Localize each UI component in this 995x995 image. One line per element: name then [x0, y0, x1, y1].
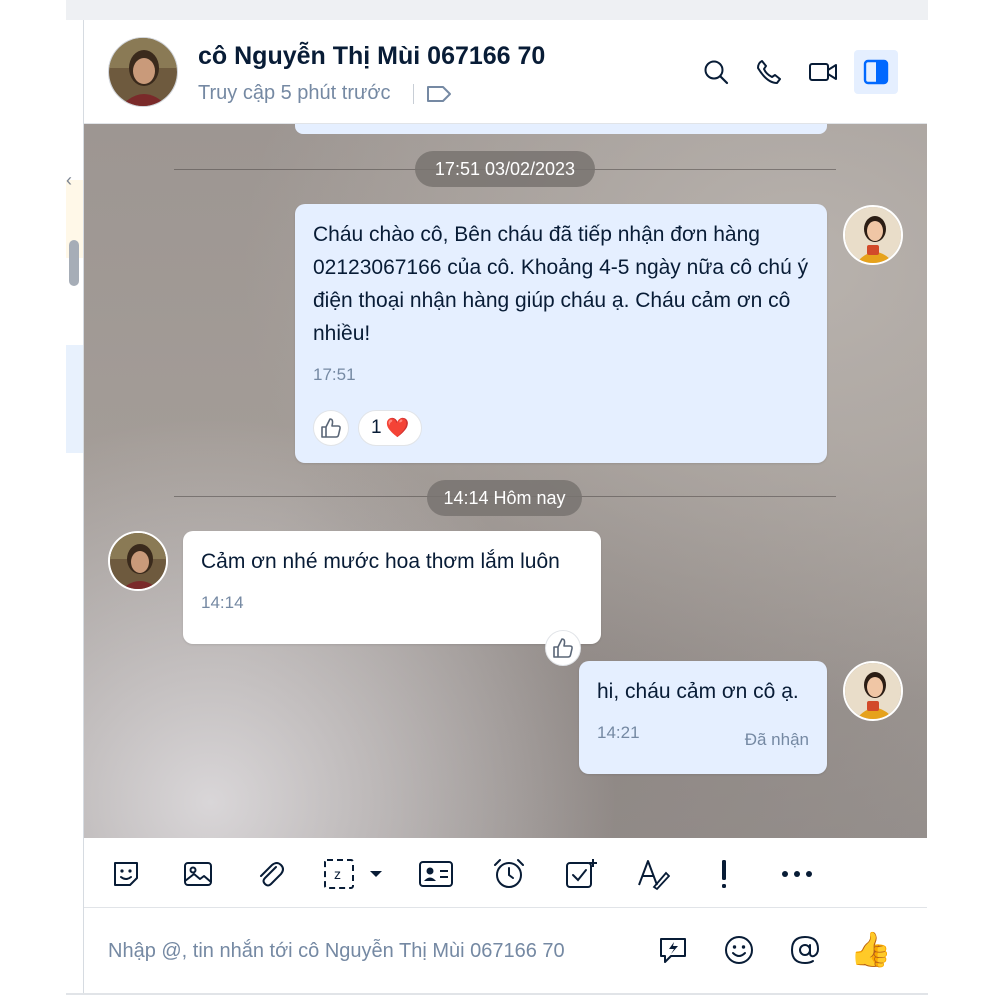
reaction-count-badge[interactable]: 1 ❤️: [358, 410, 423, 446]
attachment-icon: [260, 862, 284, 887]
mark-important-button[interactable]: [704, 854, 744, 894]
emoji-icon: [725, 936, 753, 964]
toggle-info-panel-button[interactable]: [854, 50, 898, 94]
date-divider: 14:14 Hôm nay: [427, 480, 582, 516]
message-text: Cảm ơn nhé mước hoa thơm lắm luôn: [201, 550, 560, 573]
sticker-icon: [114, 862, 138, 886]
message-text: hi, cháu cảm ơn cô ạ.: [597, 680, 799, 703]
contact-name[interactable]: cô Nguyễn Thị Mùi 067166 70: [198, 42, 545, 71]
contact-card-icon: [419, 861, 453, 887]
scrollbar-thumb[interactable]: [69, 240, 79, 286]
reminder-button[interactable]: [489, 854, 529, 894]
send-like-button[interactable]: 👍: [849, 928, 893, 972]
last-seen-status: Truy cập 5 phút trước: [198, 82, 391, 104]
reaction-count: 1: [371, 417, 382, 438]
search-icon: [704, 60, 729, 85]
video-call-button[interactable]: [801, 50, 845, 94]
thumbs-up-icon: [553, 638, 573, 658]
exclamation-icon: [722, 860, 726, 888]
at-sign-icon: [790, 935, 820, 965]
thumbs-up-icon: [321, 418, 341, 438]
side-panel-icon: [863, 59, 889, 85]
format-text-button[interactable]: [633, 854, 673, 894]
message-bubble-received[interactable]: Cảm ơn nhé mước hoa thơm lắm luôn 14:14: [183, 531, 601, 644]
more-options-button[interactable]: [777, 854, 817, 894]
phone-icon: [757, 60, 781, 84]
delivery-status: Đã nhận: [744, 730, 809, 749]
my-avatar[interactable]: [843, 205, 903, 265]
svg-text:z: z: [334, 866, 341, 882]
emoji-button[interactable]: [717, 928, 761, 972]
contact-card-button[interactable]: [416, 854, 456, 894]
message-bubble-sent[interactable]: hi, cháu cảm ơn cô ạ. 14:21 Đã nhận: [579, 661, 827, 774]
screenshot-button[interactable]: z: [322, 854, 388, 894]
react-like-button[interactable]: [313, 410, 349, 446]
task-icon: [566, 859, 597, 888]
mention-button[interactable]: [783, 928, 827, 972]
attach-file-button[interactable]: [250, 854, 290, 894]
react-like-button[interactable]: [545, 630, 581, 666]
message-list[interactable]: 17:51 03/02/2023 Cháu chào cô, Bên cháu …: [84, 124, 927, 838]
voice-call-button[interactable]: [747, 50, 791, 94]
message-time: 17:51: [313, 365, 356, 384]
collapse-chevron-icon[interactable]: ‹: [66, 170, 72, 191]
message-input[interactable]: Nhập @, tin nhắn tới cô Nguyễn Thị Mùi 0…: [108, 940, 565, 963]
format-text-icon: [638, 860, 670, 891]
thumbs-up-emoji-icon: 👍: [849, 931, 893, 969]
screenshot-icon: z: [324, 859, 382, 889]
chat-header: cô Nguyễn Thị Mùi 067166 70 Truy cập 5 p…: [84, 20, 927, 124]
tag-icon[interactable]: [426, 84, 452, 109]
conversation-list-edge: ‹: [66, 20, 84, 995]
sticker-button[interactable]: [106, 854, 146, 894]
composer-toolbar: z: [84, 838, 927, 908]
previous-message-bubble: [295, 124, 827, 134]
quick-message-icon: [660, 938, 686, 963]
message-time: 14:14: [201, 593, 244, 612]
more-icon: [782, 871, 812, 877]
top-strip: [66, 0, 928, 20]
send-image-button[interactable]: [178, 854, 218, 894]
video-camera-icon: [809, 63, 837, 81]
image-icon: [184, 862, 212, 886]
contact-avatar[interactable]: [108, 37, 178, 107]
chat-window: cô Nguyễn Thị Mùi 067166 70 Truy cập 5 p…: [83, 20, 927, 995]
message-text: Cháu chào cô, Bên cháu đã tiếp nhận đơn …: [313, 223, 809, 345]
search-button[interactable]: [694, 50, 738, 94]
heart-reaction-icon: ❤️: [385, 418, 410, 439]
quick-message-button[interactable]: [651, 928, 695, 972]
my-avatar[interactable]: [843, 661, 903, 721]
task-button[interactable]: [561, 854, 601, 894]
date-divider: 17:51 03/02/2023: [415, 151, 595, 187]
contact-avatar-small[interactable]: [108, 531, 168, 591]
message-composer[interactable]: Nhập @, tin nhắn tới cô Nguyễn Thị Mùi 0…: [84, 908, 927, 995]
alarm-clock-icon: [494, 859, 524, 888]
